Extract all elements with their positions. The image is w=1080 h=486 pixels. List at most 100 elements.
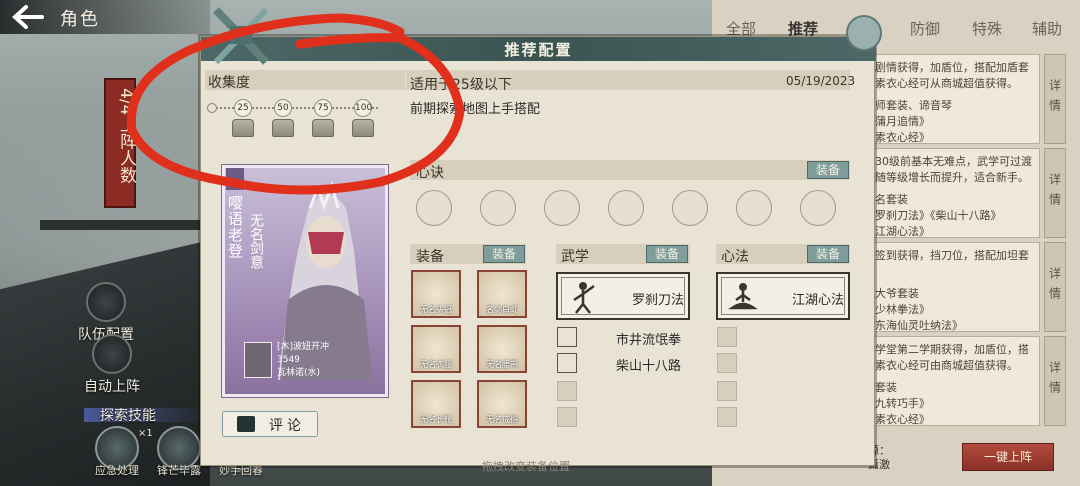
empty-skill-slot[interactable] bbox=[557, 407, 577, 427]
chest-icon[interactable] bbox=[232, 119, 254, 137]
fist-pose-icon[interactable] bbox=[557, 327, 577, 347]
detail-button[interactable]: 详情 bbox=[1044, 336, 1066, 426]
chest-icon[interactable] bbox=[312, 119, 334, 137]
explore-skills-title: 探索技能 bbox=[100, 408, 156, 424]
page-title: 角色 bbox=[60, 9, 100, 30]
equip-name: 名剑白虹 bbox=[486, 305, 518, 314]
swordsman-icon bbox=[573, 282, 595, 314]
card-line: 学堂第二学期获得，加盾位，搭 bbox=[875, 343, 1029, 356]
equip-name: 无名衣服 bbox=[420, 360, 452, 369]
skill-label: 锋芒毕露 bbox=[157, 464, 201, 477]
sword-decoration-icon bbox=[213, 7, 269, 65]
card-line: 30级前基本无难点，武学可过渡 bbox=[875, 155, 1032, 168]
skill-label: 应急处理 bbox=[95, 464, 139, 477]
detail-button[interactable]: 详情 bbox=[1044, 148, 1066, 238]
empty-xinfa-slot[interactable] bbox=[717, 381, 737, 401]
card-line: 套装 bbox=[875, 381, 897, 394]
author-avatar bbox=[244, 342, 272, 378]
dialog-header: 推荐配置 bbox=[201, 37, 876, 61]
equip-name: 无名腰带 bbox=[486, 360, 518, 369]
skill-sharp[interactable]: 锋芒毕露 bbox=[152, 426, 206, 478]
skill-emergency[interactable]: 应急处理 bbox=[90, 426, 144, 478]
one-key-deploy-button[interactable]: 一键上阵 bbox=[962, 443, 1054, 471]
boots-icon[interactable]: 无名长靴 bbox=[411, 380, 461, 428]
level-requirement: 适用于25级以下 bbox=[410, 77, 512, 93]
main-martial-art-name: 罗刹刀法 bbox=[632, 293, 685, 308]
card-line: 签到获得，挡刀位，搭配加坦套 bbox=[875, 249, 1029, 262]
kick-pose-icon[interactable] bbox=[557, 353, 577, 373]
config-date: 05/19/2023 bbox=[786, 74, 856, 88]
equipment-equip-button[interactable]: 装备 bbox=[483, 245, 525, 263]
auto-deploy-button[interactable]: 自动上阵 bbox=[72, 334, 152, 396]
sword-icon[interactable]: 名剑白虹 bbox=[477, 270, 527, 318]
xinjue-equip-button[interactable]: 装备 bbox=[807, 161, 849, 179]
card-line: 大爷套装 bbox=[875, 287, 919, 300]
detail-button[interactable]: 详情 bbox=[1044, 54, 1066, 144]
card-line: 少林拳法》 bbox=[875, 303, 930, 316]
sub-martial-art-name: 市井流氓拳 bbox=[616, 333, 682, 348]
card-line: 江湖心法》 bbox=[875, 225, 930, 238]
milestone-25: 25 bbox=[234, 99, 252, 117]
xinjue-slot[interactable] bbox=[608, 190, 644, 226]
card-line: 素衣心经》 bbox=[875, 413, 930, 426]
recommend-card[interactable]: 30级前基本无难点，武学可过渡 随等级增长而提升，适合新手。 名套装 罗刹刀法》… bbox=[862, 148, 1040, 238]
main-inner-art-name: 江湖心法 bbox=[792, 293, 845, 308]
recommend-card[interactable]: 学堂第二学期获得，加盾位，搭 素衣心经可由商城超值获得。 套装 九转巧手》 素衣… bbox=[862, 336, 1040, 426]
card-line: 名套装 bbox=[875, 193, 908, 206]
card-line: 随等级增长而提升，适合新手。 bbox=[875, 171, 1029, 184]
recommend-card[interactable]: 剧情获得，加盾位，搭配加盾套 素衣心经可从商城超值获得。 师套装、谛音琴 蒲月追… bbox=[862, 54, 1040, 144]
recommend-card[interactable]: 签到获得，挡刀位，搭配加坦套 大爷套装 少林拳法》 东海仙灵吐纳法》 bbox=[862, 242, 1040, 332]
detail-button[interactable]: 详情 bbox=[1044, 242, 1066, 332]
config-description: 前期探索地图上手搭配 bbox=[410, 102, 541, 117]
empty-skill-slot[interactable] bbox=[557, 381, 577, 401]
tab-special[interactable]: 特殊 bbox=[972, 18, 1002, 39]
back-arrow-icon[interactable] bbox=[10, 4, 44, 30]
card-line: 罗刹刀法》《柴山十八路》 bbox=[875, 209, 1002, 222]
card-line: 剧情获得，加盾位，搭配加盾套 bbox=[875, 61, 1029, 74]
helmet-icon[interactable]: 无名头冠 bbox=[411, 270, 461, 318]
wuxue-label: 武学 bbox=[561, 249, 589, 265]
close-icon[interactable] bbox=[846, 15, 882, 51]
xinjue-slot[interactable] bbox=[800, 190, 836, 226]
equip-name: 无名头冠 bbox=[420, 305, 452, 314]
card-line: 素衣心经可从商城超值获得。 bbox=[875, 77, 1018, 90]
comment-bubble-icon bbox=[237, 416, 255, 432]
card-line: 师套装、谛音琴 bbox=[875, 99, 952, 112]
belt-icon[interactable]: 无名腰带 bbox=[477, 325, 527, 373]
author-info: [木]波妞开冲 3549 瓦林诺(水) bbox=[277, 341, 329, 380]
top-bar: 角色 bbox=[0, 0, 210, 34]
comment-button[interactable]: 评论 bbox=[222, 411, 318, 437]
main-inner-art[interactable]: 江湖心法 bbox=[716, 272, 850, 320]
chest-icon[interactable] bbox=[272, 119, 294, 137]
wuxue-equip-button[interactable]: 装备 bbox=[646, 245, 688, 263]
ring-icon[interactable]: 无名戒指 bbox=[477, 380, 527, 428]
xinjue-slot[interactable] bbox=[480, 190, 516, 226]
drag-hint: 拖拽改变装备位置 bbox=[482, 460, 570, 473]
empty-xinfa-slot[interactable] bbox=[717, 353, 737, 373]
xinfa-label: 心法 bbox=[721, 249, 749, 265]
chest-icon[interactable] bbox=[352, 119, 374, 137]
equip-name: 无名戒指 bbox=[486, 415, 518, 424]
empty-xinfa-slot[interactable] bbox=[717, 327, 737, 347]
tab-support[interactable]: 辅助 bbox=[1032, 18, 1062, 39]
team-count-text: 4/4上阵人数 bbox=[116, 88, 136, 184]
meditation-icon bbox=[728, 283, 758, 310]
xinjue-slot[interactable] bbox=[416, 190, 452, 226]
armor-icon[interactable]: 无名衣服 bbox=[411, 325, 461, 373]
empty-xinfa-slot[interactable] bbox=[717, 407, 737, 427]
milestone-75: 75 bbox=[314, 99, 332, 117]
equipment-label: 装备 bbox=[416, 249, 444, 265]
main-martial-art[interactable]: 罗刹刀法 bbox=[556, 272, 690, 320]
xinfa-equip-button[interactable]: 装备 bbox=[807, 245, 849, 263]
author-server: 瓦林诺(水) bbox=[277, 368, 321, 378]
xinjue-slot[interactable] bbox=[544, 190, 580, 226]
xinjue-slot[interactable] bbox=[736, 190, 772, 226]
xinjue-bar bbox=[410, 160, 850, 180]
card-line: 九转巧手》 bbox=[875, 397, 930, 410]
xinjue-slot[interactable] bbox=[672, 190, 708, 226]
tab-defense[interactable]: 防御 bbox=[910, 18, 940, 39]
milestone-50: 50 bbox=[274, 99, 292, 117]
auto-deploy-label: 自动上阵 bbox=[84, 379, 140, 395]
card-line: 东海仙灵吐纳法》 bbox=[875, 319, 963, 332]
xinjue-label: 心诀 bbox=[416, 165, 444, 181]
